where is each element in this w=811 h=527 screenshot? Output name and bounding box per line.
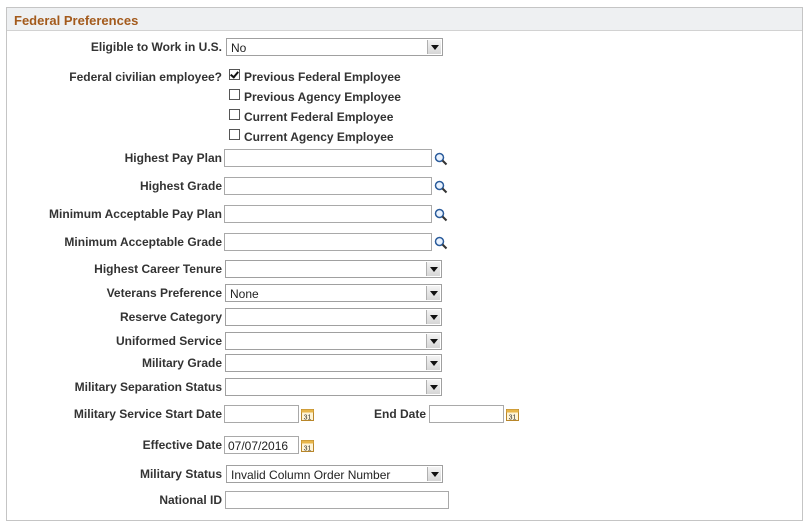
military-status-label: Military Status	[139, 467, 222, 481]
veterans-pref-value: None	[230, 287, 259, 301]
effective-date-input[interactable]: 07/07/2016	[224, 436, 299, 454]
min-pay-plan-input[interactable]	[224, 205, 432, 223]
veterans-pref-label: Veterans Preference	[106, 286, 222, 300]
checkbox-current-agency[interactable]	[229, 129, 240, 140]
chevron-down-icon[interactable]	[427, 467, 441, 481]
uniformed-service-select[interactable]	[225, 332, 442, 350]
chevron-down-icon[interactable]	[426, 286, 440, 300]
min-pay-plan-label: Minimum Acceptable Pay Plan	[49, 207, 222, 221]
magnifier-icon[interactable]	[434, 208, 448, 222]
end-date-input[interactable]	[429, 405, 504, 423]
current-agency-label: Current Agency Employee	[244, 130, 394, 144]
previous-agency-label: Previous Agency Employee	[244, 90, 401, 104]
highest-pay-plan-input[interactable]	[224, 149, 432, 167]
svg-text:31: 31	[509, 415, 517, 422]
previous-federal-label: Previous Federal Employee	[244, 70, 401, 84]
highest-grade-input[interactable]	[224, 177, 432, 195]
magnifier-icon[interactable]	[434, 236, 448, 250]
magnifier-icon[interactable]	[434, 180, 448, 194]
chevron-down-icon[interactable]	[427, 40, 441, 54]
svg-text:31: 31	[304, 415, 312, 422]
uniformed-service-label: Uniformed Service	[115, 334, 222, 348]
civilian-label: Federal civilian employee?	[69, 70, 222, 84]
national-id-input[interactable]	[225, 491, 449, 509]
eligible-select[interactable]: No	[226, 38, 443, 56]
highest-grade-label: Highest Grade	[139, 179, 222, 193]
min-grade-label: Minimum Acceptable Grade	[64, 235, 222, 249]
military-grade-label: Military Grade	[141, 356, 222, 370]
highest-pay-plan-label: Highest Pay Plan	[124, 151, 222, 165]
calendar-icon[interactable]: 31	[506, 408, 519, 421]
chevron-down-icon[interactable]	[426, 380, 440, 394]
svg-text:31: 31	[304, 446, 312, 453]
effective-date-value: 07/07/2016	[228, 439, 289, 453]
effective-date-label: Effective Date	[142, 438, 222, 452]
calendar-icon[interactable]: 31	[301, 439, 314, 452]
mil-start-date-input[interactable]	[224, 405, 299, 423]
chevron-down-icon[interactable]	[426, 310, 440, 324]
career-tenure-label: Highest Career Tenure	[94, 262, 222, 276]
calendar-icon[interactable]: 31	[301, 408, 314, 421]
eligible-label: Eligible to Work in U.S.	[90, 40, 222, 54]
mil-start-date-label: Military Service Start Date	[73, 407, 222, 421]
magnifier-icon[interactable]	[434, 152, 448, 166]
mil-sep-status-label: Military Separation Status	[74, 380, 222, 394]
checkbox-previous-agency[interactable]	[229, 89, 240, 100]
min-grade-input[interactable]	[224, 233, 432, 251]
panel-title: Federal Preferences	[14, 13, 139, 28]
national-id-label: National ID	[159, 493, 222, 507]
military-status-select[interactable]: Invalid Column Order Number	[226, 465, 443, 483]
chevron-down-icon[interactable]	[426, 334, 440, 348]
checkbox-current-federal[interactable]	[229, 109, 240, 120]
military-grade-select[interactable]	[225, 354, 442, 372]
chevron-down-icon[interactable]	[426, 356, 440, 370]
veterans-pref-select[interactable]: None	[225, 284, 442, 302]
mil-sep-status-select[interactable]	[225, 378, 442, 396]
chevron-down-icon[interactable]	[426, 262, 440, 276]
current-federal-label: Current Federal Employee	[244, 110, 394, 124]
reserve-category-label: Reserve Category	[119, 310, 222, 324]
career-tenure-select[interactable]	[225, 260, 442, 278]
military-status-value: Invalid Column Order Number	[231, 468, 391, 482]
end-date-label: End Date	[373, 407, 426, 421]
eligible-value: No	[231, 41, 247, 55]
checkbox-previous-federal[interactable]	[229, 69, 240, 80]
reserve-category-select[interactable]	[225, 308, 442, 326]
